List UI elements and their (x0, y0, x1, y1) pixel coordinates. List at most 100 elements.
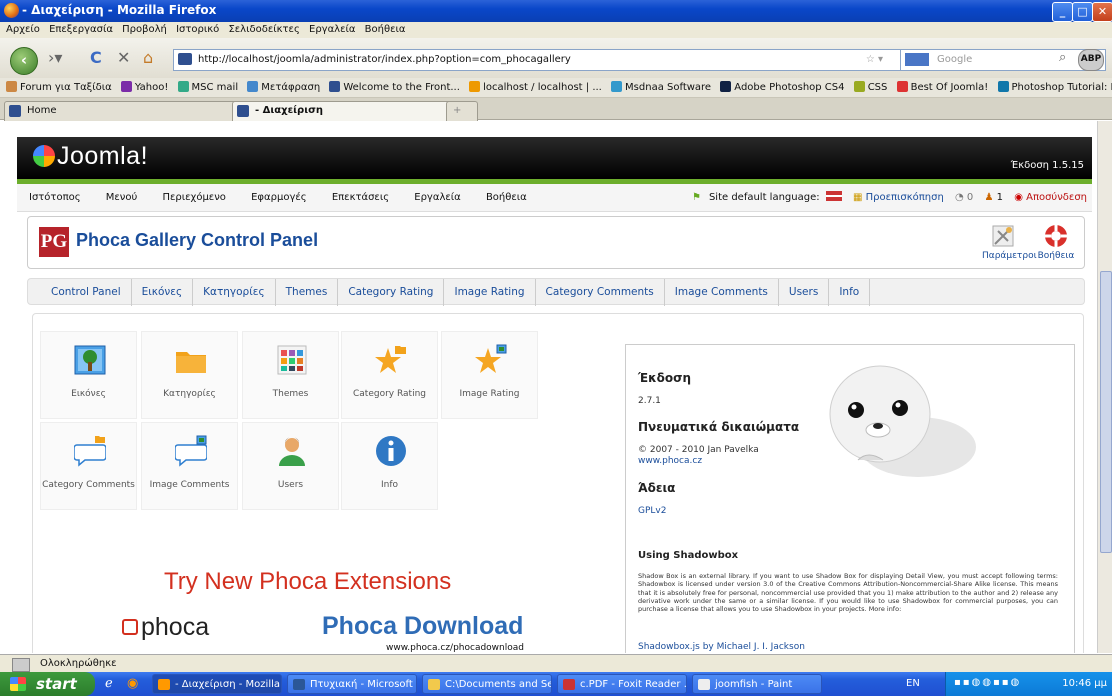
joomla-menu-extensions[interactable]: Επεκτάσεις (332, 184, 389, 212)
start-button[interactable]: start (0, 672, 95, 696)
submenu-control-panel[interactable]: Control Panel (41, 279, 132, 306)
messages-count[interactable]: ◔ 0 (955, 192, 973, 203)
reload-button[interactable]: C (90, 48, 102, 67)
icon-category-comments[interactable]: Category Comments (40, 422, 137, 510)
icon-label: Κατηγορίες (163, 389, 216, 399)
joomla-menu-menus[interactable]: Μενού (106, 184, 138, 212)
bookmark-item[interactable]: Μετάφραση (247, 78, 320, 97)
back-button[interactable]: ‹ (10, 47, 38, 75)
shadowbox-heading: Using Shadowbox (638, 550, 739, 561)
tray-icons[interactable]: ▪▪◍◍▪▪◍ (954, 677, 1021, 688)
submenu-category-rating[interactable]: Category Rating (338, 279, 445, 306)
menu-view[interactable]: Προβολή (122, 22, 167, 38)
bookmark-item[interactable]: Welcome to the Front... (329, 78, 460, 97)
taskbar-item-foxit[interactable]: c.PDF - Foxit Reader ... (557, 674, 687, 694)
bookmark-star-icon[interactable]: ☆ ▾ (866, 50, 883, 69)
tab-admin[interactable]: - Διαχείριση ✕ (232, 101, 466, 121)
menu-bookmarks[interactable]: Σελιδοδείκτες (228, 22, 299, 38)
close-button[interactable]: ✕ (1092, 2, 1112, 22)
search-input[interactable]: Google (900, 49, 1106, 71)
copyright-link[interactable]: www.phoca.cz (638, 456, 702, 466)
firefox-quicklaunch-icon[interactable]: ◉ (127, 676, 138, 691)
promo-banner[interactable]: Try New Phoca Extensions phoca Phoca Dow… (108, 556, 538, 653)
bookmark-item[interactable]: Best Of Joomla! (896, 78, 988, 97)
taskbar-item-explorer[interactable]: C:\Documents and Se... (422, 674, 552, 694)
promo-headline: Try New Phoca Extensions (164, 568, 452, 595)
new-tab-button[interactable]: + (446, 101, 478, 121)
submenu-info[interactable]: Info (829, 279, 871, 306)
bookmark-item[interactable]: CSS (853, 78, 887, 97)
icon-info[interactable]: Info (341, 422, 438, 510)
icon-images[interactable]: Εικόνες (40, 331, 137, 419)
scrollbar-thumb[interactable] (1100, 271, 1112, 553)
menu-help[interactable]: Βοήθεια (365, 22, 406, 38)
submenu-users[interactable]: Users (779, 279, 830, 306)
forward-button[interactable]: ›▾ (48, 48, 62, 67)
icon-category-rating[interactable]: Category Rating (341, 331, 438, 419)
icon-themes[interactable]: Themes (242, 331, 339, 419)
taskbar-item-paint[interactable]: joomfish - Paint (692, 674, 822, 694)
joomla-menu-site[interactable]: Ιστότοπος (29, 184, 81, 212)
info-icon (376, 436, 406, 466)
joomla-menu-tools[interactable]: Εργαλεία (414, 184, 460, 212)
tab-home[interactable]: Home ✕ (4, 101, 254, 121)
submenu-image-comments[interactable]: Image Comments (665, 279, 779, 306)
menu-file[interactable]: Αρχείο (6, 22, 40, 38)
bookmark-item[interactable]: Forum για Ταξίδια (6, 78, 112, 97)
vertical-scrollbar[interactable] (1097, 121, 1112, 653)
bookmark-item[interactable]: Msdnaa Software (611, 78, 711, 97)
page-content: Joomla! Έκδοση 1.5.15 Ιστότοπος Μενού Πε… (0, 121, 1097, 653)
phoca-logo-text: phoca (141, 613, 210, 641)
taskbar-item-word[interactable]: Πτυχιακή - Microsoft ... (287, 674, 417, 694)
search-icon[interactable]: ⌕ (1059, 50, 1066, 65)
parameters-icon (992, 225, 1014, 247)
users-count[interactable]: ♟ 1 (984, 192, 1003, 203)
bookmark-icon (6, 81, 17, 92)
bookmark-item[interactable]: MSC mail (177, 78, 238, 97)
search-placeholder: Google (937, 54, 973, 65)
icon-image-comments[interactable]: Image Comments (141, 422, 238, 510)
bookmark-item[interactable]: Yahoo! (120, 78, 168, 97)
adblock-button[interactable]: ABP (1078, 49, 1104, 71)
icon-users[interactable]: Users (242, 422, 339, 510)
submenu-themes[interactable]: Themes (276, 279, 339, 306)
address-bar[interactable]: http://localhost/joomla/administrator/in… (173, 49, 904, 71)
home-button[interactable]: ⌂ (143, 48, 153, 67)
bookmark-item[interactable]: Photoshop Tutorial: H... (997, 78, 1112, 97)
bookmark-item[interactable]: localhost / localhost | ... (469, 78, 602, 97)
submenu-image-rating[interactable]: Image Rating (444, 279, 536, 306)
search-engine-icon[interactable] (905, 53, 929, 66)
task-icon (158, 679, 170, 690)
page-title: Phoca Gallery Control Panel (76, 230, 319, 250)
shadowbox-credit[interactable]: Shadowbox.js by Michael J. I. Jackson (638, 642, 805, 652)
preview-link[interactable]: ▦ Προεπισκόπηση (853, 192, 944, 203)
logout-link[interactable]: ◉ Αποσύνδεση (1014, 192, 1087, 203)
language-indicator[interactable]: EN (906, 678, 920, 689)
menu-edit[interactable]: Επεξεργασία (49, 22, 113, 38)
help-button[interactable]: Βοήθεια (1036, 223, 1076, 261)
parameters-button[interactable]: Παράμετροι (982, 223, 1037, 261)
license-value[interactable]: GPLv2 (638, 506, 666, 516)
joomla-menu-content[interactable]: Περιεχόμενο (162, 184, 225, 212)
task-label: joomfish - Paint (715, 679, 793, 690)
icon-image-rating[interactable]: Image Rating (441, 331, 538, 419)
image-icon (74, 345, 106, 375)
ie-quicklaunch-icon[interactable]: ℯ (105, 676, 113, 691)
joomla-menu-help[interactable]: Βοήθεια (486, 184, 527, 212)
icon-categories[interactable]: Κατηγορίες (141, 331, 238, 419)
submenu-categories[interactable]: Κατηγορίες (193, 279, 276, 306)
submenu-category-comments[interactable]: Category Comments (536, 279, 665, 306)
status-text: Ολοκληρώθηκε (40, 658, 117, 669)
joomla-menu-components[interactable]: Εφαρμογές (251, 184, 307, 212)
minimize-button[interactable]: _ (1052, 2, 1073, 22)
taskbar-item-firefox[interactable]: - Διαχείριση - Mozilla ... (152, 674, 282, 694)
menu-history[interactable]: Ιστορικό (176, 22, 219, 38)
icon-label: Info (380, 480, 399, 490)
comment-folder-icon (74, 436, 106, 467)
maximize-button[interactable]: □ (1072, 2, 1093, 22)
bookmarks-toolbar: Forum για Ταξίδια Yahoo! MSC mail Μετάφρ… (0, 78, 1112, 98)
submenu-images[interactable]: Εικόνες (132, 279, 194, 306)
stop-button[interactable]: ✕ (117, 48, 130, 67)
bookmark-item[interactable]: Adobe Photoshop CS4 (720, 78, 845, 97)
menu-tools[interactable]: Εργαλεία (309, 22, 355, 38)
